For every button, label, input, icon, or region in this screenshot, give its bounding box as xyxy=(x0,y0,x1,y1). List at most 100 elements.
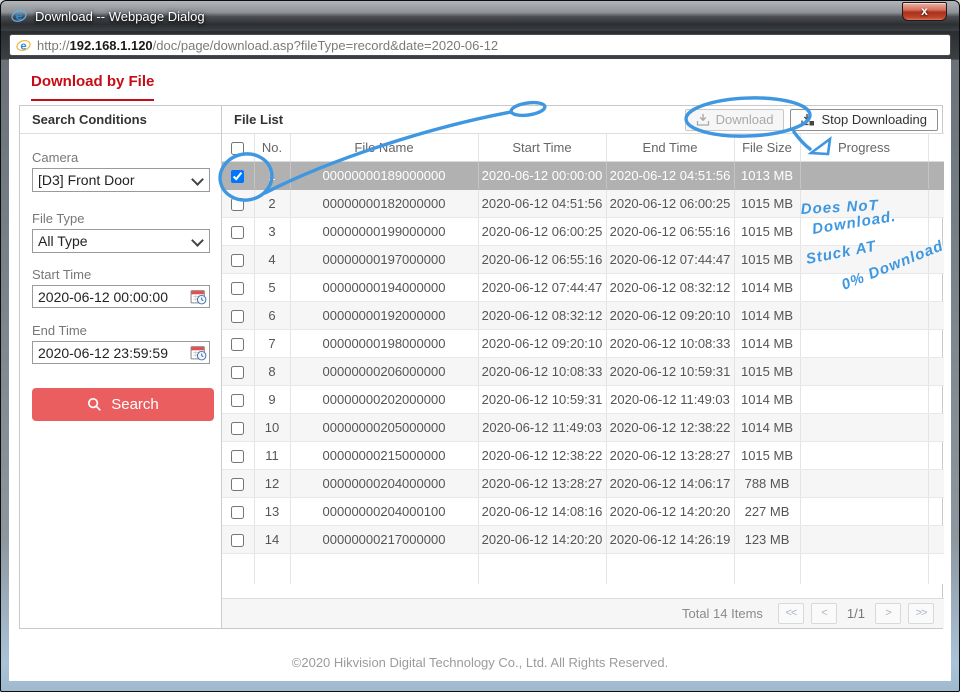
url-text: http://192.168.1.120/doc/page/download.a… xyxy=(37,38,498,53)
cell-no: 9 xyxy=(254,385,290,413)
table-row[interactable]: 3000000001990000002020-06-12 06:00:25202… xyxy=(222,217,944,245)
cell-spacer xyxy=(928,525,944,553)
cell-spacer xyxy=(928,469,944,497)
row-checkbox[interactable] xyxy=(231,310,244,323)
file-type-select[interactable]: All Type xyxy=(32,229,210,253)
cell-end-time: 2020-06-12 07:44:47 xyxy=(606,245,734,273)
table-row[interactable]: 8000000002060000002020-06-12 10:08:33202… xyxy=(222,357,944,385)
column-header-start-time: Start Time xyxy=(478,134,606,161)
file-list-title: File List xyxy=(234,112,283,127)
cell-start-time: 2020-06-12 10:08:33 xyxy=(478,357,606,385)
table-row[interactable]: 2000000001820000002020-06-12 04:51:56202… xyxy=(222,189,944,217)
filler-cell xyxy=(290,553,478,584)
tab-download-by-file[interactable]: Download by File xyxy=(31,73,154,101)
filler-cell xyxy=(928,553,944,584)
webpage-dialog-window: e Download -- Webpage Dialog x e http://… xyxy=(0,0,960,692)
table-row[interactable]: 11000000002150000002020-06-12 12:38:2220… xyxy=(222,441,944,469)
row-checkbox[interactable] xyxy=(231,254,244,267)
cell-spacer xyxy=(928,357,944,385)
cell-checkbox xyxy=(222,525,254,553)
prev-page-button[interactable]: < xyxy=(811,603,837,624)
row-checkbox[interactable] xyxy=(231,226,244,239)
file-list-panel: File List Download xyxy=(222,106,944,628)
svg-text:e: e xyxy=(16,9,23,23)
cell-checkbox xyxy=(222,245,254,273)
cell-file-name: 00000000194000000 xyxy=(290,273,478,301)
row-checkbox[interactable] xyxy=(231,506,244,519)
camera-select[interactable]: [D3] Front Door xyxy=(32,168,210,192)
cell-progress xyxy=(800,357,928,385)
calendar-icon[interactable] xyxy=(190,344,207,361)
row-checkbox[interactable] xyxy=(231,478,244,491)
search-button[interactable]: Search xyxy=(32,388,214,421)
table-row[interactable]: 10000000002050000002020-06-12 11:49:0320… xyxy=(222,413,944,441)
table-row[interactable]: 9000000002020000002020-06-12 10:59:31202… xyxy=(222,385,944,413)
download-button[interactable]: Download xyxy=(685,109,785,131)
stop-downloading-button[interactable]: Stop Downloading xyxy=(790,109,938,131)
cell-checkbox xyxy=(222,413,254,441)
cell-checkbox xyxy=(222,357,254,385)
row-checkbox[interactable] xyxy=(231,534,244,547)
cell-file-size: 1014 MB xyxy=(734,385,800,413)
filler-cell xyxy=(254,553,290,584)
cell-no: 6 xyxy=(254,301,290,329)
cell-spacer xyxy=(928,497,944,525)
title-bar[interactable]: e Download -- Webpage Dialog x xyxy=(1,1,959,31)
table-row[interactable]: 14000000002170000002020-06-12 14:20:2020… xyxy=(222,525,944,553)
table-row[interactable]: 7000000001980000002020-06-12 09:20:10202… xyxy=(222,329,944,357)
last-page-button[interactable]: >> xyxy=(908,603,934,624)
magnifier-icon xyxy=(87,397,102,412)
table-header-row: No.File NameStart TimeEnd TimeFile SizeP… xyxy=(222,134,944,161)
cell-file-size: 1015 MB xyxy=(734,441,800,469)
table-row[interactable]: 6000000001920000002020-06-12 08:32:12202… xyxy=(222,301,944,329)
cell-file-name: 00000000192000000 xyxy=(290,301,478,329)
row-checkbox[interactable] xyxy=(231,450,244,463)
table-row[interactable]: 1000000001890000002020-06-12 00:00:00202… xyxy=(222,161,944,189)
cell-checkbox xyxy=(222,385,254,413)
row-checkbox[interactable] xyxy=(231,282,244,295)
row-checkbox[interactable] xyxy=(231,338,244,351)
start-time-label: Start Time xyxy=(32,267,91,282)
first-page-button[interactable]: << xyxy=(778,603,804,624)
cell-end-time: 2020-06-12 06:00:25 xyxy=(606,189,734,217)
cell-progress xyxy=(800,245,928,273)
filler-cell xyxy=(222,553,254,584)
cell-no: 12 xyxy=(254,469,290,497)
start-time-input[interactable] xyxy=(32,285,210,308)
cell-end-time: 2020-06-12 14:26:19 xyxy=(606,525,734,553)
next-page-button[interactable]: > xyxy=(875,603,901,624)
end-time-input[interactable] xyxy=(32,341,210,364)
cell-no: 5 xyxy=(254,273,290,301)
table-row[interactable]: 5000000001940000002020-06-12 07:44:47202… xyxy=(222,273,944,301)
row-checkbox[interactable] xyxy=(231,394,244,407)
close-button[interactable]: x xyxy=(902,2,947,21)
cell-end-time: 2020-06-12 09:20:10 xyxy=(606,301,734,329)
cell-spacer xyxy=(928,441,944,469)
search-conditions-title: Search Conditions xyxy=(20,106,221,134)
table-row[interactable]: 12000000002040000002020-06-12 13:28:2720… xyxy=(222,469,944,497)
cell-progress xyxy=(800,469,928,497)
cell-file-name: 00000000206000000 xyxy=(290,357,478,385)
file-table: No.File NameStart TimeEnd TimeFile SizeP… xyxy=(222,134,944,584)
cell-progress xyxy=(800,217,928,245)
cell-end-time: 2020-06-12 13:28:27 xyxy=(606,441,734,469)
cell-progress xyxy=(800,301,928,329)
row-checkbox[interactable] xyxy=(231,198,244,211)
cell-spacer xyxy=(928,161,944,189)
cell-checkbox xyxy=(222,441,254,469)
column-header-end-time: End Time xyxy=(606,134,734,161)
row-checkbox[interactable] xyxy=(231,170,244,183)
cell-progress xyxy=(800,525,928,553)
select-all-checkbox[interactable] xyxy=(231,142,244,155)
calendar-icon[interactable] xyxy=(190,288,207,305)
cell-file-name: 00000000217000000 xyxy=(290,525,478,553)
filler-cell xyxy=(606,553,734,584)
file-list-header: File List Download xyxy=(222,106,944,134)
row-checkbox[interactable] xyxy=(231,422,244,435)
row-checkbox[interactable] xyxy=(231,366,244,379)
address-field[interactable]: e http://192.168.1.120/doc/page/download… xyxy=(9,34,951,56)
cell-file-size: 1014 MB xyxy=(734,329,800,357)
table-row[interactable]: 4000000001970000002020-06-12 06:55:16202… xyxy=(222,245,944,273)
table-row[interactable]: 13000000002040001002020-06-12 14:08:1620… xyxy=(222,497,944,525)
cell-checkbox xyxy=(222,161,254,189)
